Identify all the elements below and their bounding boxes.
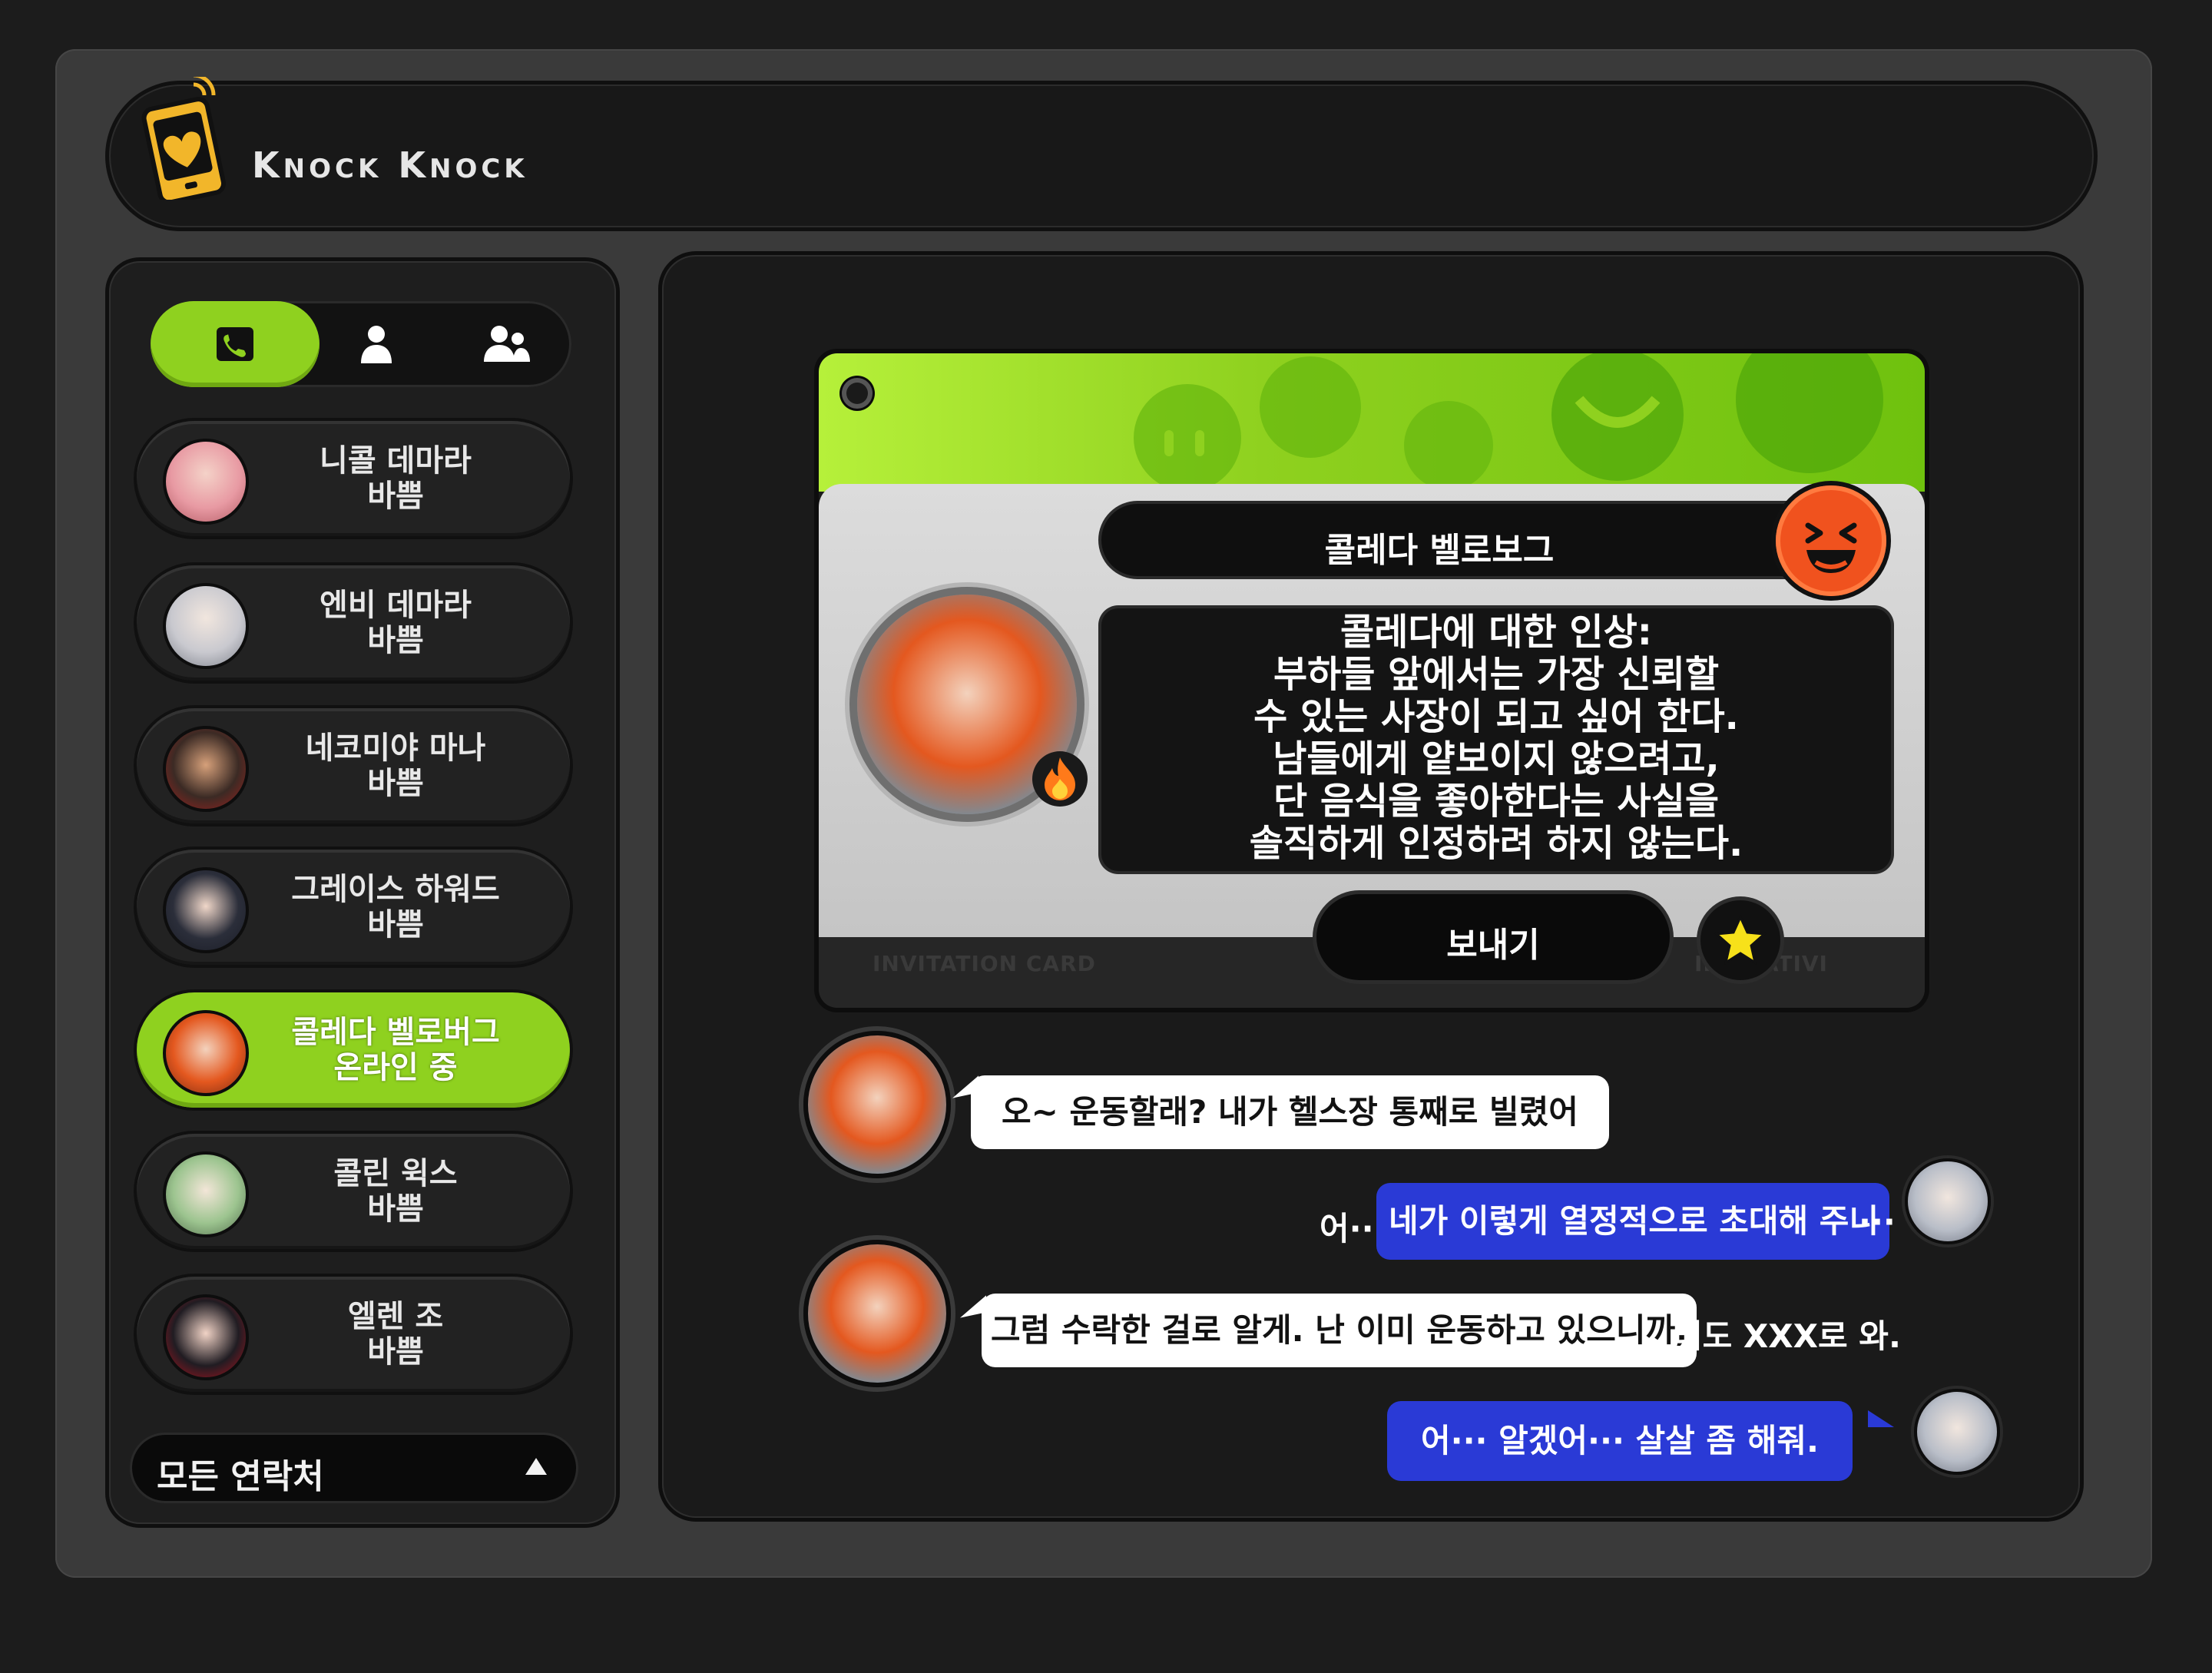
card-pin-icon: [842, 378, 873, 409]
fire-icon: [1032, 751, 1088, 807]
my-chat-avatar: [1905, 1158, 1991, 1244]
contact-name: 콜린 윅스: [333, 1156, 458, 1191]
brand-letters: NOCK: [429, 154, 528, 184]
contact-item[interactable]: 그레이스 하워드 바쁨: [137, 850, 570, 965]
contact-name: 니콜 데마라: [320, 443, 472, 479]
contact-status: 바쁨: [367, 907, 424, 943]
message-bubble-incoming: 오~ 운동할래? 내가 헬스장 통째로 빌렸어: [971, 1075, 1609, 1149]
contact-name: 콜레다 벨로버그: [291, 1015, 500, 1050]
contact-name: 엔비 데마라: [320, 588, 472, 623]
avatar: [163, 1151, 249, 1237]
contact-status: 바쁨: [367, 623, 424, 658]
impression-box: 콜레다에 대한 인상: 부하들 앞에서는 가장 신뢰할 수 있는 사장이 되고 …: [1101, 608, 1891, 871]
contact-status: 바쁨: [367, 1191, 424, 1227]
star-icon: [1714, 914, 1767, 966]
all-contacts-dropdown[interactable]: 모든 연락처: [132, 1435, 576, 1501]
all-contacts-label: 모든 연락처: [157, 1457, 324, 1496]
card-header-banner: [819, 353, 1925, 492]
caret-up-icon: [525, 1458, 547, 1475]
send-label: 보내기: [1446, 926, 1540, 965]
contact-item-active[interactable]: 콜레다 벨로버그 온라인 중: [137, 992, 570, 1108]
phone-book-icon: [217, 327, 253, 361]
contact-name: 그레이스 하워드: [291, 872, 500, 907]
contact-status: 온라인 중: [333, 1050, 458, 1085]
smiley-pattern-icon: [1134, 353, 1883, 492]
contact-status: 바쁨: [367, 766, 424, 801]
user-icon: [361, 326, 392, 363]
avatar: [163, 1010, 249, 1096]
contact-item[interactable]: 엘렌 조 바쁨: [137, 1277, 570, 1392]
laughing-emoji-icon: [1776, 485, 1886, 596]
avatar: [163, 726, 249, 812]
avatar: [163, 867, 249, 953]
tab-contacts[interactable]: [151, 301, 320, 387]
message-bubble-outgoing: 어··· 알겠어··· 살살 좀 해줘.: [1387, 1401, 1853, 1481]
bubble-tail: [1868, 1410, 1894, 1427]
avatar: [163, 1294, 249, 1380]
tab-profile[interactable]: [320, 301, 433, 387]
contact-item[interactable]: 엔비 데마라 바쁨: [137, 565, 570, 681]
impression-text: 콜레다에 대한 인상: 부하들 앞에서는 가장 신뢰할 수 있는 사장이 되고 …: [1249, 611, 1743, 865]
contact-status: 바쁨: [367, 479, 424, 514]
brand-letter: K: [252, 144, 283, 186]
contact-name: 엘렌 조: [347, 1299, 444, 1334]
contact-chat-avatar: [803, 1031, 951, 1178]
message-bubble-incoming: 그럼 수락한 걸로 알게. 난 이미 운동하고 있으니까,: [982, 1294, 1697, 1367]
card-footer-label: INVITATION CARD: [873, 951, 1096, 976]
invitation-card: INVITATION CARD INVITATIVI 콜레다 벨로보그 콜레다에…: [819, 353, 1925, 1008]
sidebar-tabbar: [151, 301, 571, 387]
contact-status: 바쁨: [367, 1334, 424, 1370]
avatar: [163, 439, 249, 525]
contact-item[interactable]: 콜린 윅스 바쁨: [137, 1134, 570, 1249]
group-icon: [484, 326, 530, 362]
card-contact-name: 콜레다 벨로보그: [1324, 531, 1555, 570]
brand-wordmark: KNOCK KNOCK: [252, 144, 528, 186]
message-suffix: ···: [1859, 1203, 1896, 1241]
message-bubble-outgoing: 네가 이렇게 열정적으로 초대해 주니: [1376, 1183, 1890, 1260]
my-chat-avatar: [1914, 1389, 2000, 1475]
send-button[interactable]: 보내기: [1316, 894, 1670, 980]
contact-name: 네코미야 마나: [305, 730, 486, 766]
brand-letter: K: [398, 144, 429, 186]
brand-letters: NOCK: [283, 154, 382, 184]
favorite-button[interactable]: [1700, 900, 1780, 980]
message-suffix: 너도 XXX로 와.: [1673, 1317, 1901, 1355]
card-name-pill: 콜레다 벨로보그: [1101, 504, 1869, 576]
tab-groups[interactable]: [442, 301, 571, 387]
avatar: [163, 583, 249, 669]
contact-chat-avatar: [803, 1240, 951, 1387]
contact-item[interactable]: 니콜 데마라 바쁨: [137, 421, 570, 536]
contact-item[interactable]: 네코미야 마나 바쁨: [137, 708, 570, 823]
phone-heart-logo-icon: [138, 73, 230, 205]
